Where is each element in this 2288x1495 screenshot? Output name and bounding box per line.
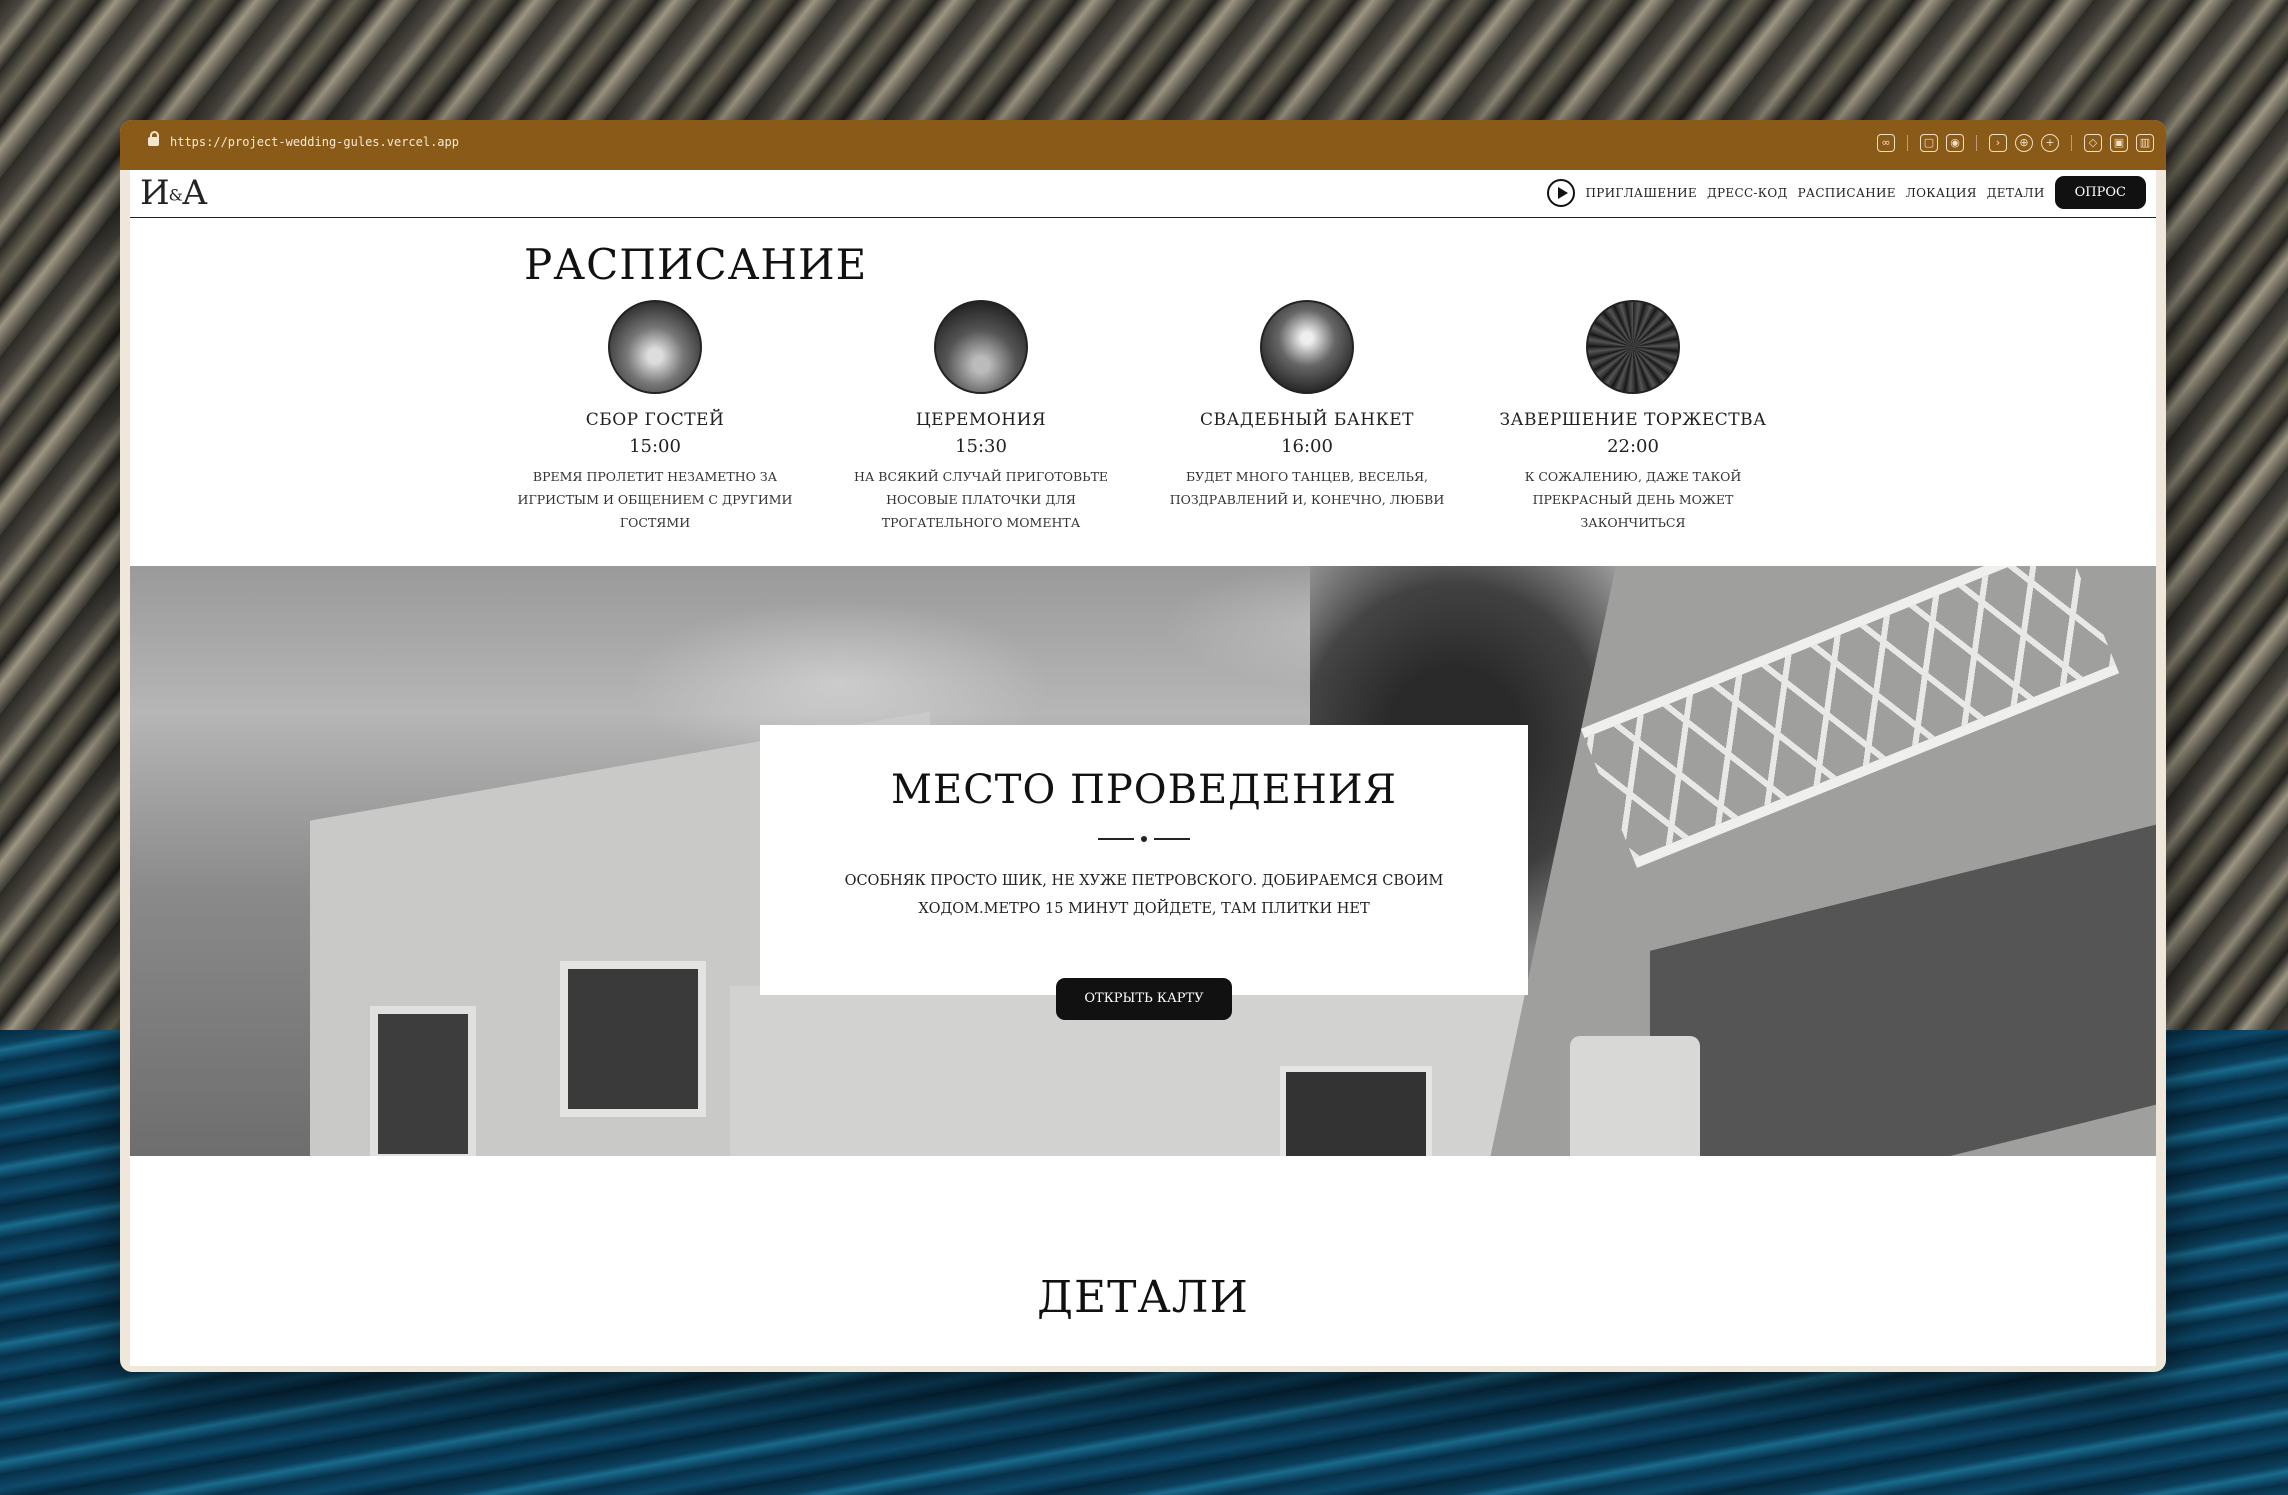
schedule-event: Свадебный банкет 16:00 Будет много танце… bbox=[1162, 300, 1452, 511]
details-title: Детали bbox=[1037, 1272, 1249, 1323]
event-photo bbox=[934, 300, 1028, 394]
open-map-button[interactable]: Открыть карту bbox=[1056, 978, 1232, 1020]
event-photo bbox=[1586, 300, 1680, 394]
browser-toolbar: https://project-wedding-gules.vercel.app… bbox=[120, 120, 2166, 170]
event-time: 22:00 bbox=[1607, 436, 1659, 457]
window-icon[interactable]: ▣ bbox=[2110, 134, 2128, 152]
schedule-event: Завершение торжества 22:00 К сожалению, … bbox=[1488, 300, 1778, 534]
globe-icon[interactable]: ⊕ bbox=[2015, 134, 2033, 152]
schedule-event: Церемония 15:30 На всякий случай пригото… bbox=[836, 300, 1126, 534]
nav-link-schedule[interactable]: Расписание bbox=[1798, 186, 1896, 200]
site-logo[interactable]: И&А bbox=[140, 173, 208, 213]
nav-link-invitation[interactable]: Приглашение bbox=[1585, 186, 1697, 200]
screenshot-icon[interactable]: ▢ bbox=[1920, 134, 1938, 152]
event-photo bbox=[1260, 300, 1354, 394]
survey-button[interactable]: Опрос bbox=[2054, 176, 2146, 209]
play-music-icon[interactable] bbox=[1547, 178, 1576, 207]
logo-letter-right: А bbox=[181, 173, 208, 213]
venue-card: Место проведения Особняк просто шик, не … bbox=[760, 725, 1528, 995]
logo-ampersand: & bbox=[168, 185, 183, 205]
venue-description: Особняк просто шик, не хуже Петровского.… bbox=[844, 873, 1444, 917]
event-description: Будет много танцев, веселья, поздравлени… bbox=[1169, 469, 1445, 507]
event-name: Завершение торжества bbox=[1499, 410, 1767, 430]
nav-link-location[interactable]: Локация bbox=[1906, 186, 1977, 200]
divider-ornament bbox=[1098, 835, 1190, 843]
link-icon[interactable]: ∞ bbox=[1877, 134, 1895, 152]
camera-icon[interactable]: ◉ bbox=[1946, 134, 1964, 152]
site-header: И&А Приглашение Дресс-код Расписание Лок… bbox=[130, 170, 2156, 218]
venue-title: Место проведения bbox=[891, 767, 1397, 813]
code-icon[interactable]: ◇ bbox=[2084, 134, 2102, 152]
venue-section: Место проведения Особняк просто шик, не … bbox=[130, 566, 2156, 1156]
event-photo bbox=[608, 300, 702, 394]
terminal-icon[interactable]: › bbox=[1989, 134, 2007, 152]
site-nav: Приглашение Дресс-код Расписание Локация… bbox=[1547, 176, 2146, 209]
event-time: 15:30 bbox=[955, 436, 1007, 457]
schedule-title: Расписание bbox=[524, 240, 868, 289]
lock-icon bbox=[148, 131, 159, 146]
event-description: На всякий случай приготовьте носовые пла… bbox=[853, 469, 1109, 530]
event-name: Свадебный банкет bbox=[1200, 410, 1414, 430]
sidebar-icon[interactable]: ▥ bbox=[2136, 134, 2154, 152]
event-time: 16:00 bbox=[1281, 436, 1333, 457]
nav-link-details[interactable]: Детали bbox=[1987, 186, 2045, 200]
logo-letter-left: И bbox=[140, 173, 170, 213]
browser-window: https://project-wedding-gules.vercel.app… bbox=[120, 120, 2166, 1372]
event-name: Сбор гостей bbox=[585, 410, 725, 430]
schedule-event: Сбор гостей 15:00 Время пролетит незамет… bbox=[510, 300, 800, 534]
event-description: Время пролетит незаметно за игристым и о… bbox=[517, 469, 793, 530]
address-bar[interactable]: https://project-wedding-gules.vercel.app bbox=[170, 135, 459, 149]
crosshair-icon[interactable]: + bbox=[2041, 134, 2059, 152]
toolbar-icons: ∞ ▢ ◉ › ⊕ + ◇ ▣ ▥ bbox=[1877, 134, 2154, 152]
event-description: К сожалению, даже такой прекрасный день … bbox=[1524, 469, 1742, 530]
event-time: 15:00 bbox=[629, 436, 681, 457]
nav-link-dress-code[interactable]: Дресс-код bbox=[1707, 186, 1788, 200]
event-name: Церемония bbox=[915, 410, 1047, 430]
schedule-events: Сбор гостей 15:00 Время пролетит незамет… bbox=[510, 300, 1766, 530]
web-page: И&А Приглашение Дресс-код Расписание Лок… bbox=[130, 170, 2156, 1366]
